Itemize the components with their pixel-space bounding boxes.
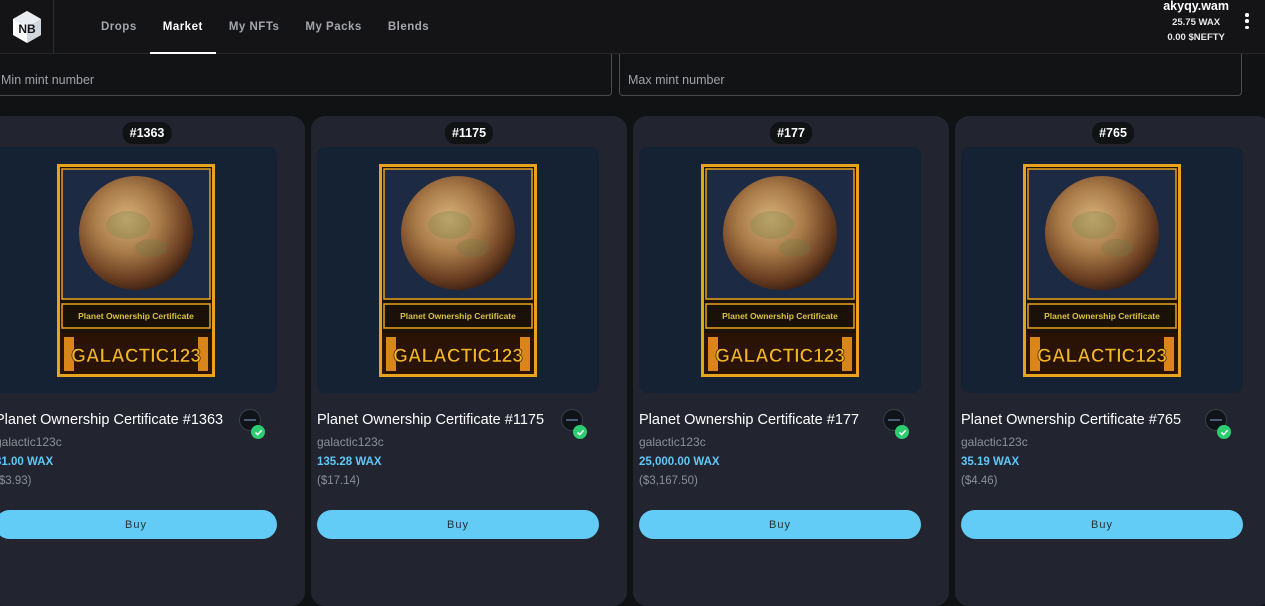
collection-name[interactable]: galactic123c [0,435,62,449]
art-banner-text: Planet Ownership Certificate [1044,311,1160,321]
collection-name[interactable]: galactic123c [961,435,1028,449]
listing-card[interactable]: #1363 Planet Ownership Certificate GALAC… [0,116,305,606]
nft-artwork: Planet Ownership Certificate GALACTIC123 [57,163,215,377]
verified-check-icon [895,425,909,439]
nav-item-my-nfts[interactable]: My NFTs [216,0,293,54]
top-bar: NB Drops Market My NFTs My Packs Blends … [0,0,1265,54]
account-summary[interactable]: akyqy.wam 25.75 WAX 0.00 $NEFTY [1163,0,1229,43]
nav-item-drops[interactable]: Drops [88,0,150,54]
art-banner-text: Planet Ownership Certificate [78,311,194,321]
nft-image[interactable]: Planet Ownership Certificate GALACTIC123 [639,147,921,393]
usd-price: ($4.46) [961,475,998,487]
mint-number-badge: #177 [770,122,812,144]
art-banner-text: Planet Ownership Certificate [400,311,516,321]
svg-text:NB: NB [18,22,36,36]
account-name: akyqy.wam [1163,0,1229,13]
art-logo-text: GALACTIC123 [715,346,845,367]
nav-item-market[interactable]: Market [149,0,216,54]
art-banner-text: Planet Ownership Certificate [722,311,838,321]
wax-balance: 25.75 WAX [1172,17,1221,28]
nft-title[interactable]: Planet Ownership Certificate #1175 [317,412,544,428]
buy-button[interactable]: Buy [317,510,599,539]
nft-artwork: Planet Ownership Certificate GALACTIC123 [701,163,859,377]
mint-number-badge: #1175 [444,122,494,144]
min-mint-filter [0,54,612,96]
verified-check-icon [251,425,265,439]
collection-name[interactable]: galactic123c [317,435,384,449]
nft-image[interactable]: Planet Ownership Certificate GALACTIC123 [317,147,599,393]
usd-price: ($3,167.50) [639,475,698,487]
min-mint-input[interactable] [0,54,611,95]
wax-price: 25,000.00 WAX [639,456,720,468]
nefty-balance: 0.00 $NEFTY [1167,32,1225,43]
max-mint-filter [619,54,1242,96]
wax-price: 135.28 WAX [317,456,382,468]
art-logo-text: GALACTIC123 [71,346,201,367]
collection-name[interactable]: galactic123c [639,435,706,449]
nft-image[interactable]: Planet Ownership Certificate GALACTIC123 [0,147,277,393]
nft-image[interactable]: Planet Ownership Certificate GALACTIC123 [961,147,1243,393]
nav-item-blends[interactable]: Blends [375,0,442,54]
mint-number-badge: #765 [1092,122,1134,144]
buy-button[interactable]: Buy [0,510,277,539]
nft-title[interactable]: Planet Ownership Certificate #1363 [0,412,223,428]
wax-price: 35.19 WAX [961,456,1020,468]
verified-check-icon [573,425,587,439]
main-nav: Drops Market My NFTs My Packs Blends [88,0,442,54]
art-logo-text: GALACTIC123 [1037,346,1167,367]
nft-artwork: Planet Ownership Certificate GALACTIC123 [1023,163,1181,377]
usd-price: ($17.14) [317,475,360,487]
more-vertical-icon[interactable] [1243,13,1251,29]
buy-button[interactable]: Buy [639,510,921,539]
buy-button[interactable]: Buy [961,510,1243,539]
listing-card[interactable]: #765 Planet Ownership Certificate GALACT… [955,116,1265,606]
mint-number-badge: #1363 [122,122,172,144]
nft-artwork: Planet Ownership Certificate GALACTIC123 [379,163,537,377]
art-logo-text: GALACTIC123 [393,346,523,367]
nft-title[interactable]: Planet Ownership Certificate #177 [639,412,859,428]
nft-title[interactable]: Planet Ownership Certificate #765 [961,412,1181,428]
listing-card[interactable]: #177 Planet Ownership Certificate GALACT… [633,116,949,606]
verified-check-icon [1217,425,1231,439]
max-mint-input[interactable] [620,54,1241,95]
neftyblocks-logo-icon[interactable]: NB [0,0,54,54]
usd-price: ($3.93) [0,475,32,487]
wax-price: 31.00 WAX [0,456,54,468]
nav-item-my-packs[interactable]: My Packs [292,0,374,54]
listing-card[interactable]: #1175 Planet Ownership Certificate GALAC… [311,116,627,606]
